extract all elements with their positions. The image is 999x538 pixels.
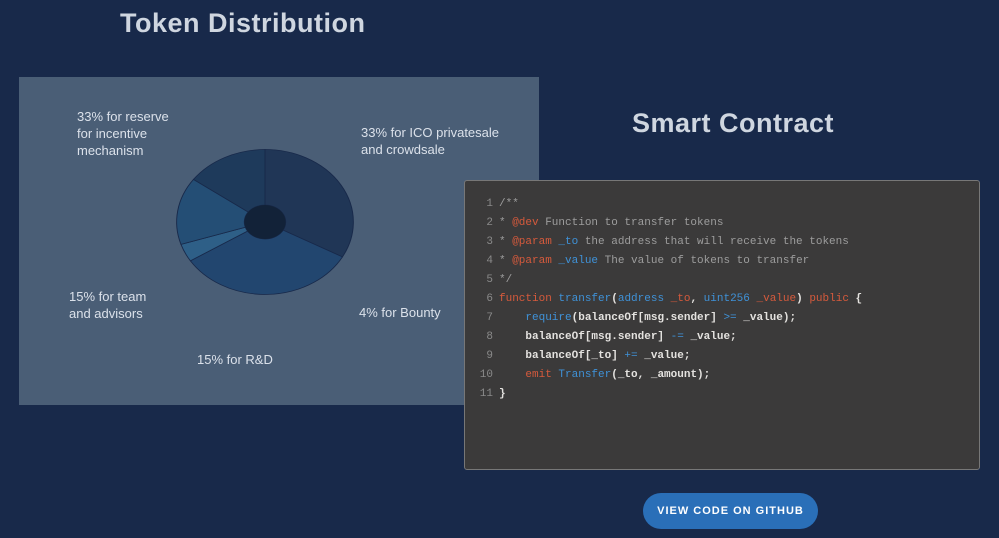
line-number: 3 xyxy=(475,233,493,252)
code-token: */ xyxy=(499,271,512,290)
line-number: 11 xyxy=(475,385,493,404)
code-token: _value xyxy=(552,252,598,271)
button-label: VIEW CODE ON GITHUB xyxy=(657,505,804,517)
code-line: 6function transfer(address _to, uint256 … xyxy=(475,290,969,309)
line-number: 8 xyxy=(475,328,493,347)
line-number: 7 xyxy=(475,309,493,328)
code-token: * xyxy=(499,214,512,233)
code-token: * xyxy=(499,233,512,252)
code-token xyxy=(499,309,525,328)
code-token: _to xyxy=(552,233,578,252)
code-line: 11} xyxy=(475,385,969,404)
code-token: { xyxy=(849,290,862,309)
code-token: require xyxy=(525,309,571,328)
code-token: _value); xyxy=(737,309,796,328)
code-token: the address that will receive the tokens xyxy=(578,233,849,252)
code-token: -= xyxy=(671,328,684,347)
code-token: Function to transfer tokens xyxy=(539,214,724,233)
code-token: _to xyxy=(664,290,690,309)
code-line: 10 emit Transfer(_to, _amount); xyxy=(475,366,969,385)
code-token: (_to, _amount); xyxy=(611,366,710,385)
code-line: 4 * @param _value The value of tokens to … xyxy=(475,252,969,271)
code-token: address xyxy=(618,290,664,309)
code-token: (balanceOf[msg.sender] xyxy=(572,309,724,328)
code-token: _value; xyxy=(638,347,691,366)
line-number: 4 xyxy=(475,252,493,271)
code-token: * xyxy=(499,252,512,271)
code-token: Transfer xyxy=(552,366,611,385)
chart-label-reserve: 33% for reservefor incentivemechanism xyxy=(77,109,169,160)
code-panel: 1/**2* @dev Function to transfer tokens3… xyxy=(464,180,980,470)
line-number: 6 xyxy=(475,290,493,309)
line-number: 5 xyxy=(475,271,493,290)
code-line: 2 * @dev Function to transfer tokens xyxy=(475,214,969,233)
smart-contract-heading: Smart Contract xyxy=(632,108,834,139)
code-token: += xyxy=(624,347,637,366)
view-code-github-button[interactable]: VIEW CODE ON GITHUB xyxy=(643,493,818,529)
code-token: uint256 xyxy=(704,290,750,309)
code-line: 9 balanceOf[_to] += _value; xyxy=(475,347,969,366)
code-line: 7 require(balanceOf[msg.sender] >= _valu… xyxy=(475,309,969,328)
code-token: @dev xyxy=(512,214,538,233)
code-token: @param xyxy=(512,252,552,271)
chart-label-ico: 33% for ICO privatesaleand crowdsale xyxy=(361,125,499,159)
code-token: >= xyxy=(723,309,736,328)
code-token: emit xyxy=(525,366,551,385)
line-number: 9 xyxy=(475,347,493,366)
line-number: 2 xyxy=(475,214,493,233)
code-line: 3 * @param _to the address that will rece… xyxy=(475,233,969,252)
chart-label-bounty: 4% for Bounty xyxy=(359,305,441,322)
code-token: _value xyxy=(750,290,796,309)
code-token: public xyxy=(809,290,849,309)
token-distribution-heading: Token Distribution xyxy=(120,8,366,39)
code-line: 5 */ xyxy=(475,271,969,290)
token-distribution-panel: 33% for reservefor incentivemechanism 33… xyxy=(19,77,539,405)
code-token: The value of tokens to transfer xyxy=(598,252,809,271)
code-token: balanceOf[_to] xyxy=(499,347,624,366)
code-token: @param xyxy=(512,233,552,252)
code-token: ( xyxy=(611,290,618,309)
code-token: } xyxy=(499,385,506,404)
pie-chart xyxy=(171,128,359,316)
code-token: , xyxy=(690,290,703,309)
code-token: balanceOf[msg.sender] xyxy=(499,328,671,347)
code-token xyxy=(499,366,525,385)
code-line: 8 balanceOf[msg.sender] -= _value; xyxy=(475,328,969,347)
code-token: /** xyxy=(499,195,519,214)
chart-label-team: 15% for teamand advisors xyxy=(69,289,146,323)
code-line: 1 /** xyxy=(475,195,969,214)
code-token: function xyxy=(499,290,552,309)
code-token: _value; xyxy=(684,328,737,347)
code-token: ) xyxy=(796,290,809,309)
line-number: 1 xyxy=(475,195,493,214)
code-token: transfer xyxy=(552,290,611,309)
line-number: 10 xyxy=(475,366,493,385)
chart-label-rnd: 15% for R&D xyxy=(197,352,273,369)
